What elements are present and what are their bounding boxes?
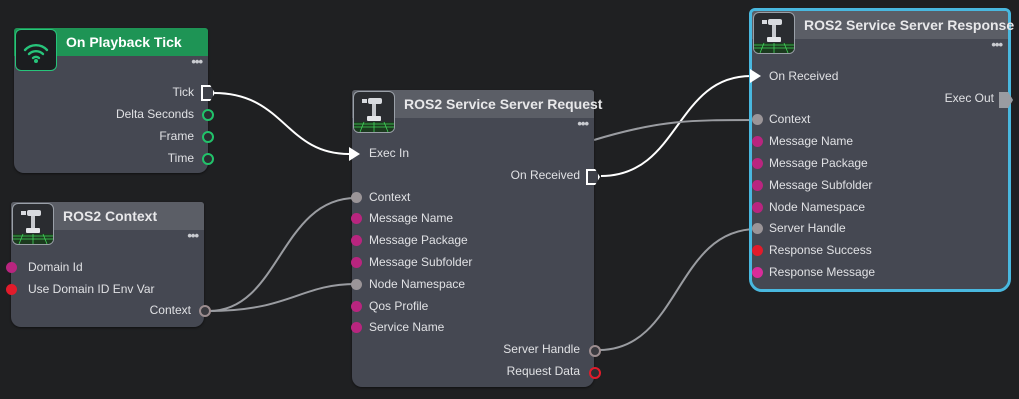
wire-on-received-to-response	[600, 75, 752, 177]
pin-label-server-handle: Server Handle	[769, 221, 846, 235]
input-pin-message-package[interactable]	[752, 158, 763, 169]
output-pin-server-handle[interactable]	[589, 345, 601, 357]
node-title: On Playback Tick	[66, 34, 182, 50]
pin-label-exec-in: Exec In	[369, 146, 410, 160]
node-menu-icon[interactable]: •••	[191, 55, 203, 68]
pin-label-response-success: Response Success	[769, 243, 872, 257]
pin-label-message-subfolder: Message Subfolder	[369, 255, 473, 269]
node-title: ROS2 Service Server Request	[404, 96, 603, 112]
node-title: ROS2 Service Server Response	[804, 17, 1015, 33]
pin-label-delta-seconds: Delta Seconds	[115, 107, 194, 121]
pin-label-on-received: On Received	[510, 168, 580, 182]
input-pin-qos-profile[interactable]	[351, 301, 362, 312]
wifi-signal-icon	[15, 29, 57, 71]
output-pin-time[interactable]	[202, 153, 214, 165]
input-pin-context[interactable]	[752, 114, 763, 125]
pin-label-tick: Tick	[172, 85, 194, 99]
input-pin-node-namespace[interactable]	[351, 279, 362, 290]
pin-label-service-name: Service Name	[369, 320, 445, 334]
pin-label-time: Time	[167, 151, 194, 165]
exec-out-pin[interactable]	[999, 92, 1013, 108]
pin-label-message-name: Message Name	[769, 134, 854, 148]
pin-label-on-received: On Received	[769, 69, 839, 83]
wire-server-handle-to-response	[598, 228, 758, 351]
output-pin-request-data[interactable]	[589, 367, 601, 379]
pin-label-node-namespace: Node Namespace	[369, 277, 466, 291]
input-pin-message-subfolder[interactable]	[351, 257, 362, 268]
input-pin-response-success[interactable]	[752, 245, 763, 256]
pin-label-message-subfolder: Message Subfolder	[769, 178, 873, 192]
wire-context-to-response	[593, 119, 758, 141]
output-pin-frame[interactable]	[202, 131, 214, 143]
pin-label-message-name: Message Name	[369, 211, 454, 225]
exec-in-pin[interactable]	[750, 69, 761, 83]
input-pin-use-domain-id-env-var[interactable]	[6, 284, 17, 295]
pin-label-context: Context	[769, 112, 811, 126]
output-pin-delta-seconds[interactable]	[202, 109, 214, 121]
pin-label-request-data: Request Data	[506, 364, 580, 378]
input-pin-domain-id[interactable]	[6, 262, 17, 273]
pin-label-node-namespace: Node Namespace	[769, 200, 866, 214]
output-pin-context[interactable]	[199, 305, 211, 317]
input-pin-response-message[interactable]	[752, 267, 763, 278]
pin-label-domain-id: Domain Id	[28, 260, 83, 274]
input-pin-message-subfolder[interactable]	[752, 180, 763, 191]
input-pin-context[interactable]	[351, 192, 362, 203]
pin-label-use-domain-id-env-var: Use Domain ID Env Var	[28, 282, 155, 296]
input-pin-message-name[interactable]	[351, 213, 362, 224]
ros-robot-arm-icon	[353, 91, 395, 133]
pin-label-frame: Frame	[159, 129, 194, 143]
ros-robot-arm-icon	[12, 203, 54, 245]
pin-label-server-handle: Server Handle	[503, 342, 580, 356]
node-menu-icon[interactable]: •••	[187, 229, 199, 242]
node-on-playback-tick[interactable]: On Playback Tick ••• Tick Delta Seconds …	[14, 28, 215, 173]
pin-label-message-package: Message Package	[369, 233, 468, 247]
wire-tick-to-exec-in	[213, 92, 350, 155]
node-ros2-context[interactable]: ROS2 Context ••• Domain Id Use Domain ID…	[6, 202, 211, 327]
input-pin-node-namespace[interactable]	[752, 202, 763, 213]
input-pin-service-name[interactable]	[351, 322, 362, 333]
wire-context-to-node-namespace	[208, 283, 357, 312]
exec-out-pin[interactable]	[201, 85, 215, 101]
node-menu-icon[interactable]: •••	[991, 38, 1003, 51]
ros-robot-arm-icon	[753, 12, 795, 54]
input-pin-server-handle[interactable]	[752, 223, 763, 234]
pin-label-qos-profile: Qos Profile	[369, 299, 429, 313]
node-title: ROS2 Context	[63, 208, 158, 224]
exec-in-pin[interactable]	[349, 147, 360, 161]
exec-out-pin[interactable]	[586, 169, 600, 185]
pin-label-response-message: Response Message	[769, 265, 876, 279]
input-pin-message-name[interactable]	[752, 136, 763, 147]
wire-context-to-request	[208, 197, 357, 312]
node-ros2-service-server-response[interactable]: ROS2 Service Server Response ••• On Rece…	[749, 8, 1014, 292]
pin-label-message-package: Message Package	[769, 156, 868, 170]
pin-label-exec-out: Exec Out	[944, 91, 994, 105]
pin-label-context: Context	[369, 190, 411, 204]
pin-label-context: Context	[149, 303, 191, 317]
node-ros2-service-server-request[interactable]: ROS2 Service Server Request ••• Exec In …	[349, 90, 602, 387]
node-menu-icon[interactable]: •••	[577, 117, 589, 130]
input-pin-message-package[interactable]	[351, 235, 362, 246]
